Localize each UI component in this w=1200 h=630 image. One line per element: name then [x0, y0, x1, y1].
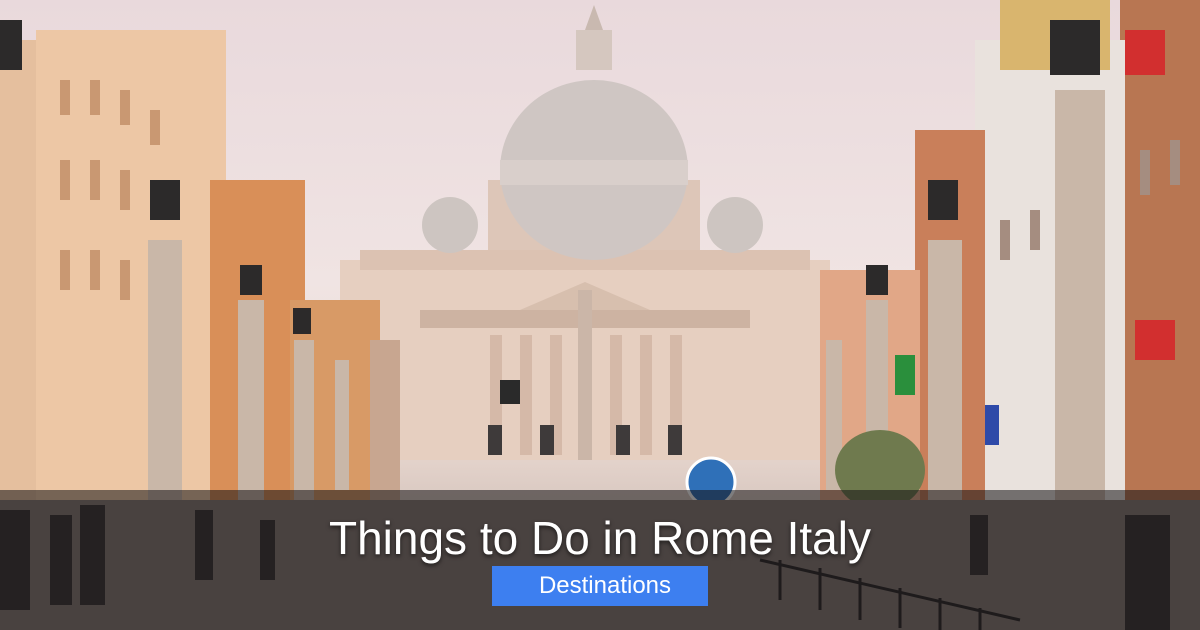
page-title: Things to Do in Rome Italy	[328, 512, 871, 564]
category-label: Destinations	[538, 572, 672, 599]
st-peters-basilica	[340, 5, 830, 460]
traffic-light	[500, 380, 520, 404]
hero-banner: Things to Do in Rome Italy Destinations	[0, 0, 1200, 630]
category-badge[interactable]: Destinations	[492, 566, 708, 606]
